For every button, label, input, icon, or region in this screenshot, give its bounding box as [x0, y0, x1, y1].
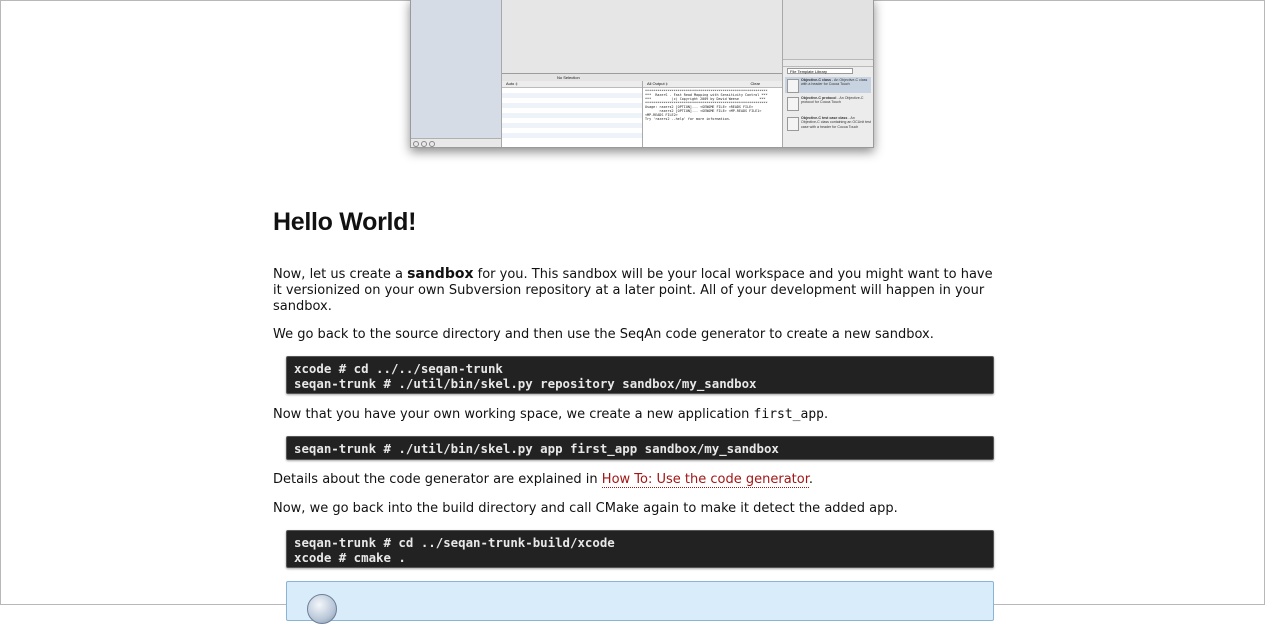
library-item: Objective-C protocol - An Objective-C pr…: [785, 95, 871, 111]
paragraph-source-dir: We go back to the source directory and t…: [273, 327, 934, 342]
xcode-screenshot-image: No Selection Auto ‡ All Output ‡ Clear *…: [410, 0, 874, 148]
add-icon: [413, 141, 419, 147]
inline-code-first-app: first_app: [753, 407, 824, 422]
file-template-icon: [787, 117, 799, 131]
paragraph-build-dir: Now, we go back into the build directory…: [273, 501, 898, 516]
navigator-filter-bar: [411, 138, 501, 147]
console-view: All Output ‡ Clear *********************…: [643, 81, 782, 147]
intro-paragraph: Now, let us create a sandbox for you. Th…: [273, 266, 993, 314]
sandbox-term: sandbox: [407, 266, 474, 282]
navigator-pane: [411, 0, 502, 147]
library-toolbar: [783, 60, 873, 67]
code-block-create-sandbox: xcode # cd ../../seqan-trunk seqan-trunk…: [286, 356, 994, 394]
library-item-title: Objective-C protocol: [801, 96, 837, 100]
library-select: File Template Library: [787, 68, 853, 74]
file-template-icon: [787, 97, 799, 111]
note-box: [286, 581, 994, 624]
debug-bar-label: No Selection: [557, 75, 580, 80]
library-item-title: Objective-C test case class: [801, 116, 848, 120]
info-icon: [307, 594, 337, 624]
section-heading: Hello World!: [273, 208, 417, 236]
paragraph-new-app: Now that you have your own working space…: [273, 407, 829, 422]
utilities-pane: File Template Library Objective-C class …: [782, 0, 873, 147]
variables-view: Auto ‡: [502, 81, 643, 147]
inspector-area: [783, 0, 873, 60]
console-clear-label: Clear: [750, 81, 760, 86]
file-template-icon: [787, 79, 799, 93]
variables-header: Auto ‡: [502, 81, 642, 88]
history-icon: [429, 141, 435, 147]
code-block-create-app: seqan-trunk # ./util/bin/skel.py app fir…: [286, 436, 994, 460]
filter-icon: [421, 141, 427, 147]
editor-area: [502, 0, 782, 73]
library-item: Objective-C class - An Objective-C class…: [785, 77, 871, 93]
console-output: ****************************************…: [645, 89, 768, 121]
console-header-label: All Output ‡: [647, 81, 668, 86]
library-item-title: Objective-C class: [801, 78, 831, 82]
paragraph-code-generator: Details about the code generator are exp…: [273, 472, 813, 488]
code-generator-link[interactable]: How To: Use the code generator: [601, 472, 809, 488]
library-item: Objective-C test case class - An Objecti…: [785, 115, 871, 131]
code-block-cmake: seqan-trunk # cd ../seqan-trunk-build/xc…: [286, 530, 994, 568]
console-header: All Output ‡ Clear: [643, 81, 782, 88]
